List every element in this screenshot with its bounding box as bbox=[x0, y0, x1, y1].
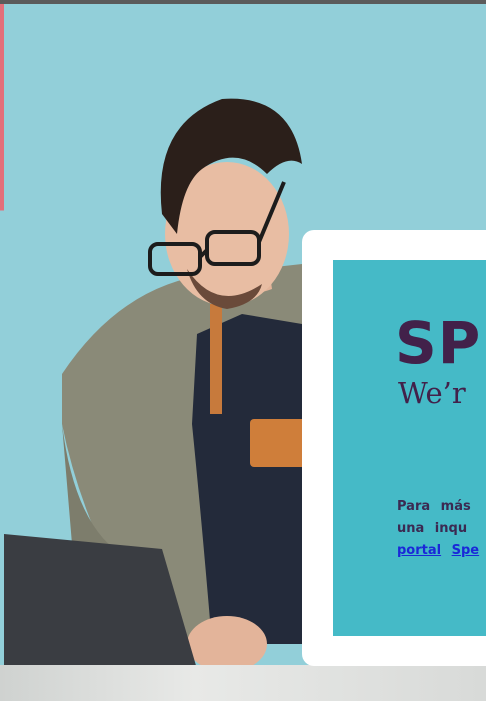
brand-logo-text: SP bbox=[395, 309, 482, 377]
left-edge-strip bbox=[0, 0, 4, 701]
countertop bbox=[0, 665, 486, 701]
info-line-3: portal Spe bbox=[397, 540, 486, 562]
spectrum-link[interactable]: Spe bbox=[452, 543, 480, 558]
info-text: Para más una inqu portal Spe bbox=[397, 496, 486, 562]
top-edge-strip bbox=[0, 0, 486, 4]
message-panel: SP We’r Para más una inqu portal Spe bbox=[333, 260, 486, 636]
tagline: We’r bbox=[398, 376, 466, 410]
portal-link[interactable]: portal bbox=[397, 543, 441, 558]
promo-banner: SP We’r Para más una inqu portal Spe bbox=[0, 0, 486, 701]
info-line-2: una inqu bbox=[397, 521, 468, 536]
info-line-1: Para más bbox=[397, 499, 471, 514]
